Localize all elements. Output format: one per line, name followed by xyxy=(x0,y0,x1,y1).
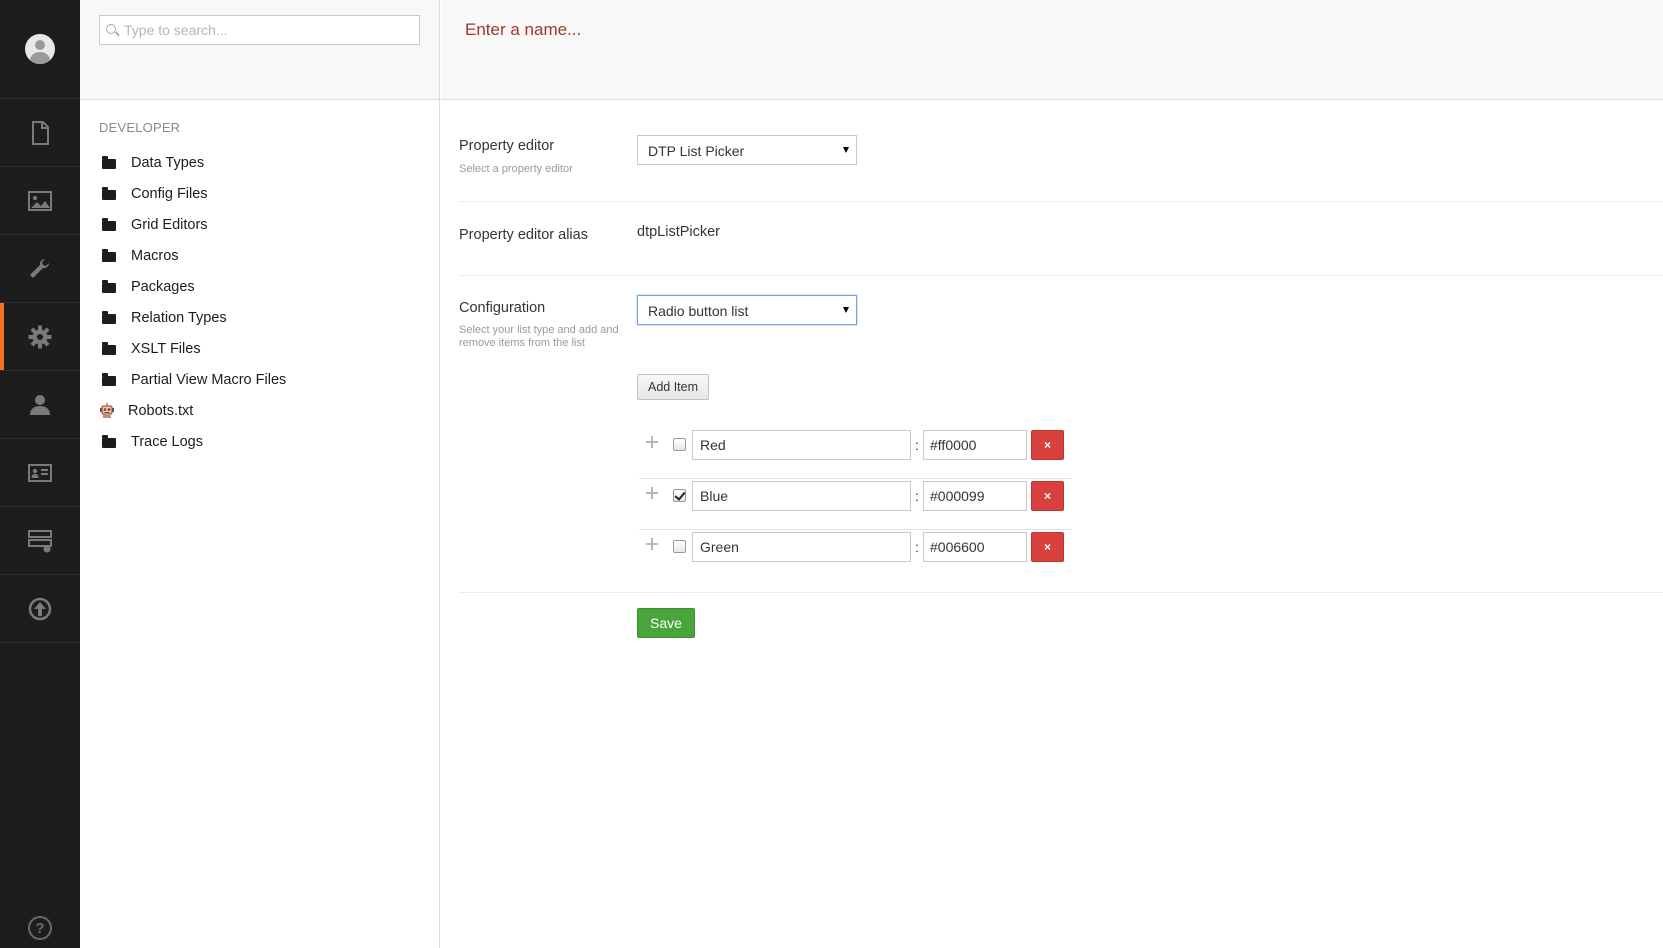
folder-icon xyxy=(102,341,116,355)
tree-item-macros[interactable]: Macros xyxy=(80,240,439,271)
delete-item-button[interactable]: × xyxy=(1031,430,1064,460)
divider xyxy=(459,275,1663,276)
folder-icon xyxy=(102,186,116,200)
property-editor-label: Property editor xyxy=(459,138,555,154)
wrench-icon xyxy=(30,258,50,278)
item-checkbox[interactable] xyxy=(673,489,686,502)
tree-item-robots-txt[interactable]: Robots.txt xyxy=(80,395,439,426)
folder-icon xyxy=(102,434,116,448)
help-icon: ? xyxy=(28,916,52,940)
tree-item-data-types[interactable]: Data Types xyxy=(80,147,439,178)
folder-icon xyxy=(102,155,116,169)
name-input[interactable] xyxy=(465,19,1065,41)
document-icon xyxy=(32,120,49,145)
nav-users[interactable] xyxy=(0,371,80,439)
drag-handle-icon[interactable] xyxy=(646,436,658,448)
drag-handle-icon[interactable] xyxy=(646,538,658,550)
tree-item-grid-editors[interactable]: Grid Editors xyxy=(80,209,439,240)
chevron-down-icon xyxy=(843,307,849,313)
item-checkbox[interactable] xyxy=(673,540,686,553)
folder-icon xyxy=(102,279,116,293)
tree-item-label: Packages xyxy=(131,278,195,295)
item-value-input[interactable] xyxy=(923,430,1027,460)
add-item-button[interactable]: Add Item xyxy=(637,374,710,400)
property-editor-select[interactable]: DTP List Picker xyxy=(637,135,857,165)
list-type-select-value: Radio button list xyxy=(648,303,749,319)
section-title: DEVELOPER xyxy=(99,120,181,135)
item-name-input[interactable] xyxy=(692,532,911,562)
search-box xyxy=(99,15,420,45)
property-editor-select-value: DTP List Picker xyxy=(648,143,745,159)
nav-media[interactable] xyxy=(0,167,80,235)
tree-item-label: Trace Logs xyxy=(131,433,203,450)
delete-item-button[interactable]: × xyxy=(1031,532,1064,562)
save-button[interactable]: Save xyxy=(637,608,695,638)
tree-item-label: Config Files xyxy=(131,185,208,202)
item-value-input[interactable] xyxy=(923,532,1027,562)
tree-item-label: XSLT Files xyxy=(131,340,201,357)
app-navigation: ? xyxy=(0,0,80,948)
folder-icon xyxy=(102,310,116,324)
developer-tree: Data Types Config Files Grid Editors Mac… xyxy=(80,147,439,457)
tree-item-label: Relation Types xyxy=(131,309,227,326)
tree-item-partial-view-macro-files[interactable]: Partial View Macro Files xyxy=(80,364,439,395)
list-items: : × : × : × xyxy=(639,428,1071,581)
tree-panel: DEVELOPER Data Types Config Files Grid E… xyxy=(80,0,440,948)
item-name-input[interactable] xyxy=(692,481,911,511)
search-icon xyxy=(106,24,116,34)
tree-item-label: Data Types xyxy=(131,154,205,171)
search-input[interactable] xyxy=(124,16,414,44)
tree-item-relation-types[interactable]: Relation Types xyxy=(80,302,439,333)
list-type-select[interactable]: Radio button list xyxy=(637,295,857,325)
gear-icon xyxy=(28,325,52,348)
separator: : xyxy=(915,539,919,555)
tree-item-trace-logs[interactable]: Trace Logs xyxy=(80,426,439,457)
folder-icon xyxy=(102,248,116,262)
delete-item-button[interactable]: × xyxy=(1031,481,1064,511)
tree-item-label: Robots.txt xyxy=(128,402,194,419)
list-item: : × xyxy=(639,479,1071,530)
avatar-container xyxy=(0,0,80,99)
tree-item-label: Grid Editors xyxy=(131,216,208,233)
property-editor-description: Select a property editor xyxy=(459,163,573,175)
tree-header xyxy=(80,0,439,100)
property-editor-alias-label: Property editor alias xyxy=(459,227,588,243)
nav-settings[interactable] xyxy=(0,235,80,303)
folder-icon xyxy=(102,217,116,231)
tree-item-xslt-files[interactable]: XSLT Files xyxy=(80,333,439,364)
nav-forms[interactable] xyxy=(0,507,80,575)
separator: : xyxy=(915,488,919,504)
nav-deploy[interactable] xyxy=(0,575,80,643)
help-button[interactable]: ? xyxy=(0,908,80,948)
tree-item-packages[interactable]: Packages xyxy=(80,271,439,302)
configuration-description: Select your list type and add and remove… xyxy=(459,324,619,349)
user-icon xyxy=(30,394,50,415)
nav-members[interactable] xyxy=(0,439,80,507)
list-item: : × xyxy=(639,428,1071,479)
separator: : xyxy=(915,437,919,453)
robot-icon xyxy=(100,403,114,418)
folder-icon xyxy=(102,372,116,386)
property-editor-alias-value: dtpListPicker xyxy=(637,224,721,240)
avatar[interactable] xyxy=(25,34,55,64)
member-card-icon xyxy=(28,463,52,482)
list-item: : × xyxy=(639,530,1071,581)
tree-item-label: Partial View Macro Files xyxy=(131,371,287,388)
nav-content[interactable] xyxy=(0,99,80,167)
editor-header xyxy=(441,0,1663,100)
deploy-icon xyxy=(28,597,52,620)
item-name-input[interactable] xyxy=(692,430,911,460)
divider xyxy=(459,201,1663,202)
nav-developer[interactable] xyxy=(0,303,80,371)
drag-handle-icon[interactable] xyxy=(646,487,658,499)
media-icon xyxy=(28,190,52,211)
chevron-down-icon xyxy=(843,147,849,153)
item-value-input[interactable] xyxy=(923,481,1027,511)
divider xyxy=(459,592,1663,593)
tree-item-config-files[interactable]: Config Files xyxy=(80,178,439,209)
forms-icon xyxy=(28,529,52,552)
tree-item-label: Macros xyxy=(131,247,179,264)
configuration-label: Configuration xyxy=(459,300,546,316)
item-checkbox[interactable] xyxy=(673,438,686,451)
